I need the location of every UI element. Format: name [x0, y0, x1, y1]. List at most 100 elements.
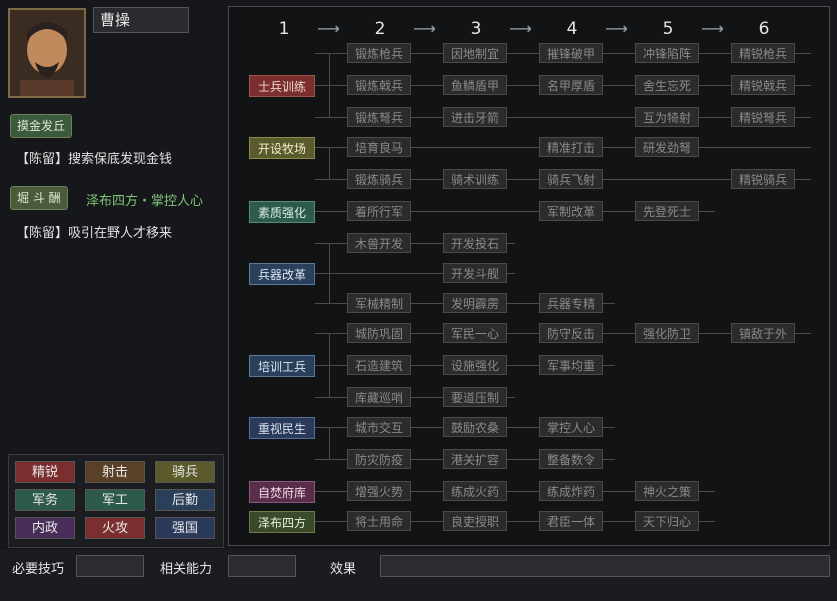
tech-node[interactable]: 研发劲弩	[635, 137, 699, 157]
skill-note-2: 【陈留】吸引在野人才移来	[16, 226, 173, 241]
tech-node[interactable]: 防守反击	[539, 323, 603, 343]
column-header-2: 2	[374, 19, 386, 39]
tech-node[interactable]: 防灾防疫	[347, 449, 411, 469]
tech-node[interactable]: 发明霹雳	[443, 293, 507, 313]
tech-node[interactable]: 城市交互	[347, 417, 411, 437]
category-junwu[interactable]: 军务	[15, 489, 75, 511]
tech-node[interactable]: 精锐弩兵	[731, 107, 795, 127]
general-name: 曹操	[93, 7, 189, 33]
tree-connector	[329, 427, 330, 459]
category-qiangguo[interactable]: 强国	[155, 517, 215, 539]
tech-node[interactable]: 因地制宜	[443, 43, 507, 63]
tech-node[interactable]: 整备数令	[539, 449, 603, 469]
tech-node[interactable]: 锻炼戟兵	[347, 75, 411, 95]
tree-category-suzhi[interactable]: 素质强化	[249, 201, 315, 223]
category-jingrui[interactable]: 精锐	[15, 461, 75, 483]
tech-node[interactable]: 摧锋破甲	[539, 43, 603, 63]
skill-tag-zebu-label: 泽布四方・掌控人心	[86, 194, 204, 209]
required-skill-label: 必要技巧	[12, 562, 65, 577]
tech-node[interactable]: 练成炸药	[539, 481, 603, 501]
tech-node[interactable]: 军民一心	[443, 323, 507, 343]
tech-node[interactable]: 锻炼弩兵	[347, 107, 411, 127]
tree-category-minsheng[interactable]: 重视民生	[249, 417, 315, 439]
tech-node[interactable]: 着所行军	[347, 201, 411, 221]
tech-node[interactable]: 精锐枪兵	[731, 43, 795, 63]
tree-category-gongbing[interactable]: 培训工兵	[249, 355, 315, 377]
tech-node[interactable]: 精锐骑兵	[731, 169, 795, 189]
tree-category-muchang[interactable]: 开设牧场	[249, 137, 315, 159]
skill-tag-mojin[interactable]: 摸金发丘	[10, 114, 73, 138]
tech-node[interactable]: 鼓励农桑	[443, 417, 507, 437]
tech-node[interactable]: 城防巩固	[347, 323, 411, 343]
tree-category-zebu[interactable]: 泽布四方	[249, 511, 315, 533]
tech-node[interactable]: 锻炼枪兵	[347, 43, 411, 63]
skill-note-1: 【陈留】搜索保底发现金钱	[16, 152, 173, 167]
general-info-panel: 曹操 摸金发丘 【陈留】搜索保底发现金钱 堀 斗 酬 泽布四方・掌控人心 【陈留…	[0, 0, 226, 548]
tech-node[interactable]: 舍生忘死	[635, 75, 699, 95]
tree-connector	[329, 333, 330, 397]
related-ability-box	[228, 555, 296, 577]
tech-node[interactable]: 镇敌于外	[731, 323, 795, 343]
general-portrait[interactable]	[8, 8, 86, 98]
tech-node[interactable]: 练成火药	[443, 481, 507, 501]
category-neizheng[interactable]: 内政	[15, 517, 75, 539]
category-jungong[interactable]: 军工	[85, 489, 145, 511]
category-huogong[interactable]: 火攻	[85, 517, 145, 539]
tech-node[interactable]: 天下归心	[635, 511, 699, 531]
tree-category-fuku[interactable]: 自焚府库	[249, 481, 315, 503]
tech-node[interactable]: 军械精制	[347, 293, 411, 313]
effect-box	[380, 555, 830, 577]
required-skill-box	[76, 555, 144, 577]
tech-node[interactable]: 精准打击	[539, 137, 603, 157]
tech-node[interactable]: 神火之策	[635, 481, 699, 501]
tree-connector	[329, 147, 330, 179]
tech-node[interactable]: 进击牙箭	[443, 107, 507, 127]
tech-node[interactable]: 设施强化	[443, 355, 507, 375]
tech-node[interactable]: 良吏授职	[443, 511, 507, 531]
tech-node[interactable]: 互为犄射	[635, 107, 699, 127]
tech-node[interactable]: 开发斗舰	[443, 263, 507, 283]
arrow-right-icon: ⟶	[413, 19, 436, 38]
tech-tree-panel: 1 ⟶ 2 ⟶ 3 ⟶ 4 ⟶ 5 ⟶ 6 士兵训练 开设牧场 素质强化 兵器改…	[228, 6, 830, 546]
skill-tag-zebu[interactable]: 堀 斗 酬	[10, 186, 68, 210]
arrow-right-icon: ⟶	[317, 19, 340, 38]
tech-node[interactable]: 冲锋陷阵	[635, 43, 699, 63]
tech-node[interactable]: 掌控人心	[539, 417, 603, 437]
tech-node[interactable]: 兵器专精	[539, 293, 603, 313]
tech-node[interactable]: 要道压制	[443, 387, 507, 407]
arrow-right-icon: ⟶	[605, 19, 628, 38]
tech-node[interactable]: 增强火势	[347, 481, 411, 501]
column-header-3: 3	[470, 19, 482, 39]
tree-category-shibing[interactable]: 士兵训练	[249, 75, 315, 97]
tech-node[interactable]: 港关扩容	[443, 449, 507, 469]
tech-node[interactable]: 鱼鳞盾甲	[443, 75, 507, 95]
tech-node[interactable]: 骑术训练	[443, 169, 507, 189]
tech-node[interactable]: 军制改革	[539, 201, 603, 221]
portrait-image	[10, 10, 84, 96]
tech-node[interactable]: 将士用命	[347, 511, 411, 531]
tech-node[interactable]: 开发投石	[443, 233, 507, 253]
tech-node[interactable]: 先登死士	[635, 201, 699, 221]
tech-node[interactable]: 军事均重	[539, 355, 603, 375]
tree-category-bingqi[interactable]: 兵器改革	[249, 263, 315, 285]
tech-node[interactable]: 精锐戟兵	[731, 75, 795, 95]
tech-node[interactable]: 名甲厚盾	[539, 75, 603, 95]
column-header-1: 1	[278, 19, 290, 39]
category-qibing[interactable]: 骑兵	[155, 461, 215, 483]
tech-node[interactable]: 强化防卫	[635, 323, 699, 343]
tech-node[interactable]: 石造建筑	[347, 355, 411, 375]
category-houqin[interactable]: 后勤	[155, 489, 215, 511]
tech-node[interactable]: 培育良马	[347, 137, 411, 157]
column-header-4: 4	[566, 19, 578, 39]
tech-node[interactable]: 木兽开发	[347, 233, 411, 253]
tree-connector	[329, 53, 330, 117]
tech-node[interactable]: 锻炼骑兵	[347, 169, 411, 189]
tree-connector	[329, 243, 330, 303]
column-header-6: 6	[758, 19, 770, 39]
tech-node[interactable]: 君臣一体	[539, 511, 603, 531]
tech-node[interactable]: 库藏巡哨	[347, 387, 411, 407]
tech-node[interactable]: 骑兵飞射	[539, 169, 603, 189]
category-sheji[interactable]: 射击	[85, 461, 145, 483]
category-grid: 精锐 射击 骑兵 军务 军工 后勤 内政 火攻 强国	[8, 454, 224, 548]
effect-label: 效果	[330, 562, 357, 577]
